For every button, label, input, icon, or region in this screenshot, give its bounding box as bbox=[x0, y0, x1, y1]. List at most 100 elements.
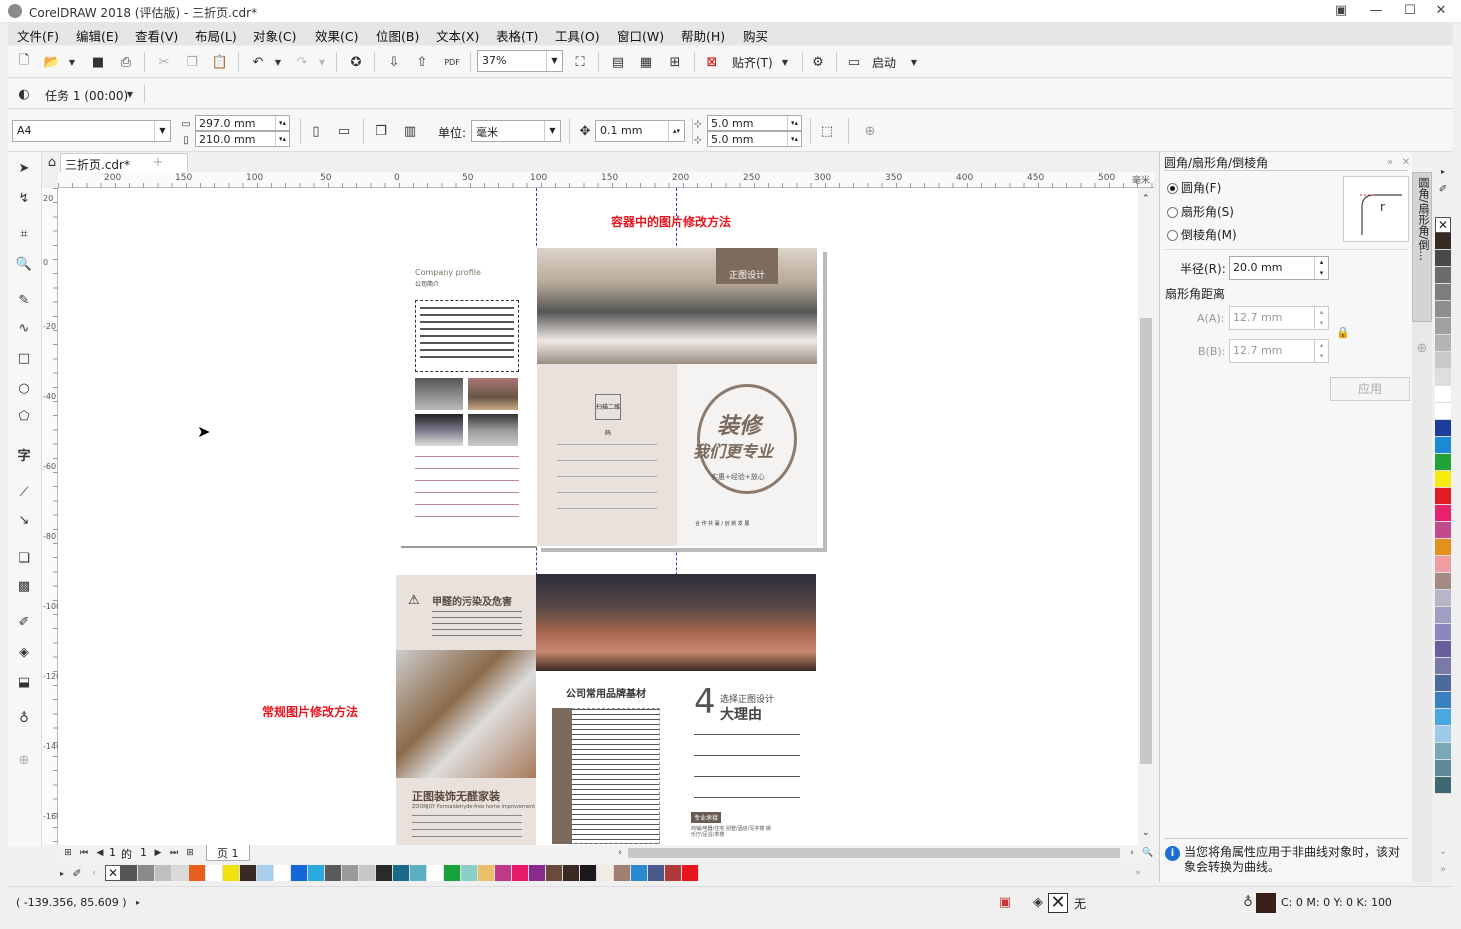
color-swatch[interactable] bbox=[1435, 301, 1451, 318]
import-icon[interactable]: ⇩ bbox=[384, 52, 404, 72]
color-swatch[interactable] bbox=[308, 865, 325, 881]
color-swatch[interactable] bbox=[189, 865, 206, 881]
menu-buy[interactable]: 购买 bbox=[743, 26, 768, 45]
photo[interactable] bbox=[468, 414, 518, 446]
add-icon[interactable]: ⊕ bbox=[860, 121, 880, 141]
home-icon[interactable]: ⌂ bbox=[42, 152, 62, 172]
search-content-icon[interactable]: ✪ bbox=[346, 52, 366, 72]
document-tab[interactable]: 三折页.cdr* bbox=[60, 153, 188, 172]
color-swatch[interactable] bbox=[1435, 573, 1451, 590]
scroll-left-icon[interactable]: ‹ bbox=[610, 843, 630, 863]
process-diagram[interactable] bbox=[415, 456, 519, 528]
palette-scroll-right-icon[interactable]: » bbox=[1128, 863, 1148, 883]
menu-help[interactable]: 帮助(H) bbox=[681, 26, 725, 45]
toggle-icon[interactable]: ◐ bbox=[14, 84, 34, 104]
radius-input[interactable]: 20.0 mm ▴ ▾ bbox=[1229, 256, 1329, 280]
color-swatch[interactable] bbox=[444, 865, 461, 881]
color-proof-icon[interactable]: ▣ bbox=[995, 892, 1015, 912]
landscape-icon[interactable]: ▭ bbox=[334, 121, 354, 141]
color-swatch[interactable] bbox=[1435, 743, 1451, 760]
duplicate-x-input[interactable]: 5.0 mm ▾▴ bbox=[707, 115, 802, 131]
drawing-canvas[interactable]: 容器中的图片修改方法 常规图片修改方法 Company profile 公司简介… bbox=[58, 188, 1138, 845]
color-swatch[interactable] bbox=[461, 865, 478, 881]
parallel-dimension-icon[interactable]: ⟋ bbox=[14, 482, 34, 502]
photo[interactable] bbox=[415, 378, 463, 410]
unit-dropdown[interactable]: 毫米 ▼ bbox=[471, 120, 561, 142]
hazard-photo[interactable] bbox=[396, 650, 536, 778]
smart-fill-icon[interactable]: ⬓ bbox=[14, 672, 34, 692]
export-icon[interactable]: ⇧ bbox=[412, 52, 432, 72]
color-swatch[interactable] bbox=[427, 865, 444, 881]
vertical-ruler[interactable]: 20 0 -20 -40 -60 -80 -100 -120 -140 -160 bbox=[42, 188, 61, 845]
new-tab-icon[interactable]: + bbox=[148, 152, 168, 172]
color-swatch[interactable] bbox=[1435, 335, 1451, 352]
page-tab[interactable]: 页 1 bbox=[206, 845, 250, 861]
show-guidelines-icon[interactable]: ⊞ bbox=[665, 52, 685, 72]
full-screen-icon[interactable]: ▤ bbox=[608, 52, 628, 72]
task-label[interactable]: 任务 1 (00:00) bbox=[45, 87, 128, 104]
color-swatch[interactable] bbox=[546, 865, 563, 881]
color-swatch[interactable] bbox=[614, 865, 631, 881]
prev-page-icon[interactable]: ◀ bbox=[90, 843, 110, 863]
color-swatch[interactable] bbox=[121, 865, 138, 881]
color-swatch[interactable] bbox=[1435, 488, 1451, 505]
open-icon[interactable]: 📂 bbox=[42, 52, 62, 72]
new-document-icon[interactable]: 🗋 bbox=[14, 52, 34, 72]
launch-dropdown-icon[interactable]: ▼ bbox=[904, 52, 924, 72]
vertical-scrollbar[interactable]: ⌃ ⌄ bbox=[1138, 188, 1154, 845]
snap-dropdown-icon[interactable]: ▼ bbox=[775, 52, 795, 72]
radio-scallop[interactable]: 扇形角(S) bbox=[1167, 203, 1234, 220]
crop-tool-icon[interactable]: ⌗ bbox=[14, 224, 34, 244]
brochure-panel-inner[interactable]: 公司常用品牌基材 4 选择正图设计 大理由 专业承接 商铺/电器/住宅 别墅/酒… bbox=[536, 574, 816, 845]
redo-icon[interactable]: ↷ bbox=[292, 52, 312, 72]
undo-icon[interactable]: ↶ bbox=[248, 52, 268, 72]
treat-as-filled-icon[interactable]: ⬚ bbox=[817, 121, 837, 141]
color-swatch[interactable] bbox=[274, 865, 291, 881]
color-swatch[interactable] bbox=[223, 865, 240, 881]
color-swatch[interactable] bbox=[1435, 420, 1451, 437]
zoom-to-page-icon[interactable]: ⛶ bbox=[570, 52, 590, 72]
color-swatch[interactable] bbox=[1435, 267, 1451, 284]
zoom-tool-icon[interactable]: 🔍 bbox=[14, 254, 34, 274]
radio-chamfer[interactable]: 倒棱角(M) bbox=[1167, 226, 1237, 243]
palette-v-scroll-down-icon[interactable]: ⌄ bbox=[1433, 841, 1453, 861]
page-size-dropdown[interactable]: A4 ▼ bbox=[12, 120, 171, 142]
menu-window[interactable]: 窗口(W) bbox=[617, 26, 664, 45]
docker-tab-fillet[interactable]: 圆角/扇形角/倒... bbox=[1412, 172, 1432, 322]
color-swatch[interactable] bbox=[240, 865, 257, 881]
color-swatch[interactable] bbox=[648, 865, 665, 881]
color-swatch[interactable] bbox=[597, 865, 614, 881]
no-color-swatch-v[interactable]: ✕ bbox=[1435, 217, 1451, 233]
text-tool-icon[interactable]: 字 bbox=[14, 444, 34, 464]
outline-pen-status-icon[interactable]: ♁ bbox=[1238, 892, 1258, 912]
launch-label[interactable]: 启动 bbox=[872, 54, 896, 71]
color-swatch[interactable] bbox=[393, 865, 410, 881]
rectangle-tool-icon[interactable]: □ bbox=[14, 348, 34, 368]
color-swatch[interactable] bbox=[1435, 352, 1451, 369]
color-swatch[interactable] bbox=[1435, 454, 1451, 471]
snap-to-label[interactable]: 贴齐(T) bbox=[732, 54, 773, 71]
nudge-distance-input[interactable]: 0.1 mm ▴▾ bbox=[595, 120, 685, 142]
shape-tool-icon[interactable]: ↯ bbox=[14, 188, 34, 208]
launch-icon[interactable]: ▭ bbox=[844, 52, 864, 72]
freehand-tool-icon[interactable]: ✎ bbox=[14, 290, 34, 310]
color-swatch[interactable] bbox=[478, 865, 495, 881]
color-swatch[interactable] bbox=[1435, 726, 1451, 743]
vertical-scroll-thumb[interactable] bbox=[1140, 318, 1152, 764]
interactive-fill-icon[interactable]: ◈ bbox=[14, 642, 34, 662]
show-grid-icon[interactable]: ▦ bbox=[636, 52, 656, 72]
current-page-icon[interactable]: ▥ bbox=[400, 121, 420, 141]
color-swatch[interactable] bbox=[1435, 505, 1451, 522]
color-swatch[interactable] bbox=[1435, 675, 1451, 692]
color-swatch[interactable] bbox=[1435, 624, 1451, 641]
print-icon[interactable]: ⎙ bbox=[116, 52, 136, 72]
color-swatch[interactable] bbox=[410, 865, 427, 881]
color-swatch[interactable] bbox=[1435, 437, 1451, 454]
color-swatch[interactable] bbox=[359, 865, 376, 881]
color-swatch[interactable] bbox=[1435, 692, 1451, 709]
menu-object[interactable]: 对象(C) bbox=[253, 26, 296, 45]
save-icon[interactable]: ■ bbox=[88, 52, 108, 72]
menu-text[interactable]: 文本(X) bbox=[436, 26, 479, 45]
eyedropper-icon[interactable]: ✐ bbox=[14, 612, 34, 632]
status-menu-icon[interactable]: ▸ bbox=[128, 892, 148, 912]
